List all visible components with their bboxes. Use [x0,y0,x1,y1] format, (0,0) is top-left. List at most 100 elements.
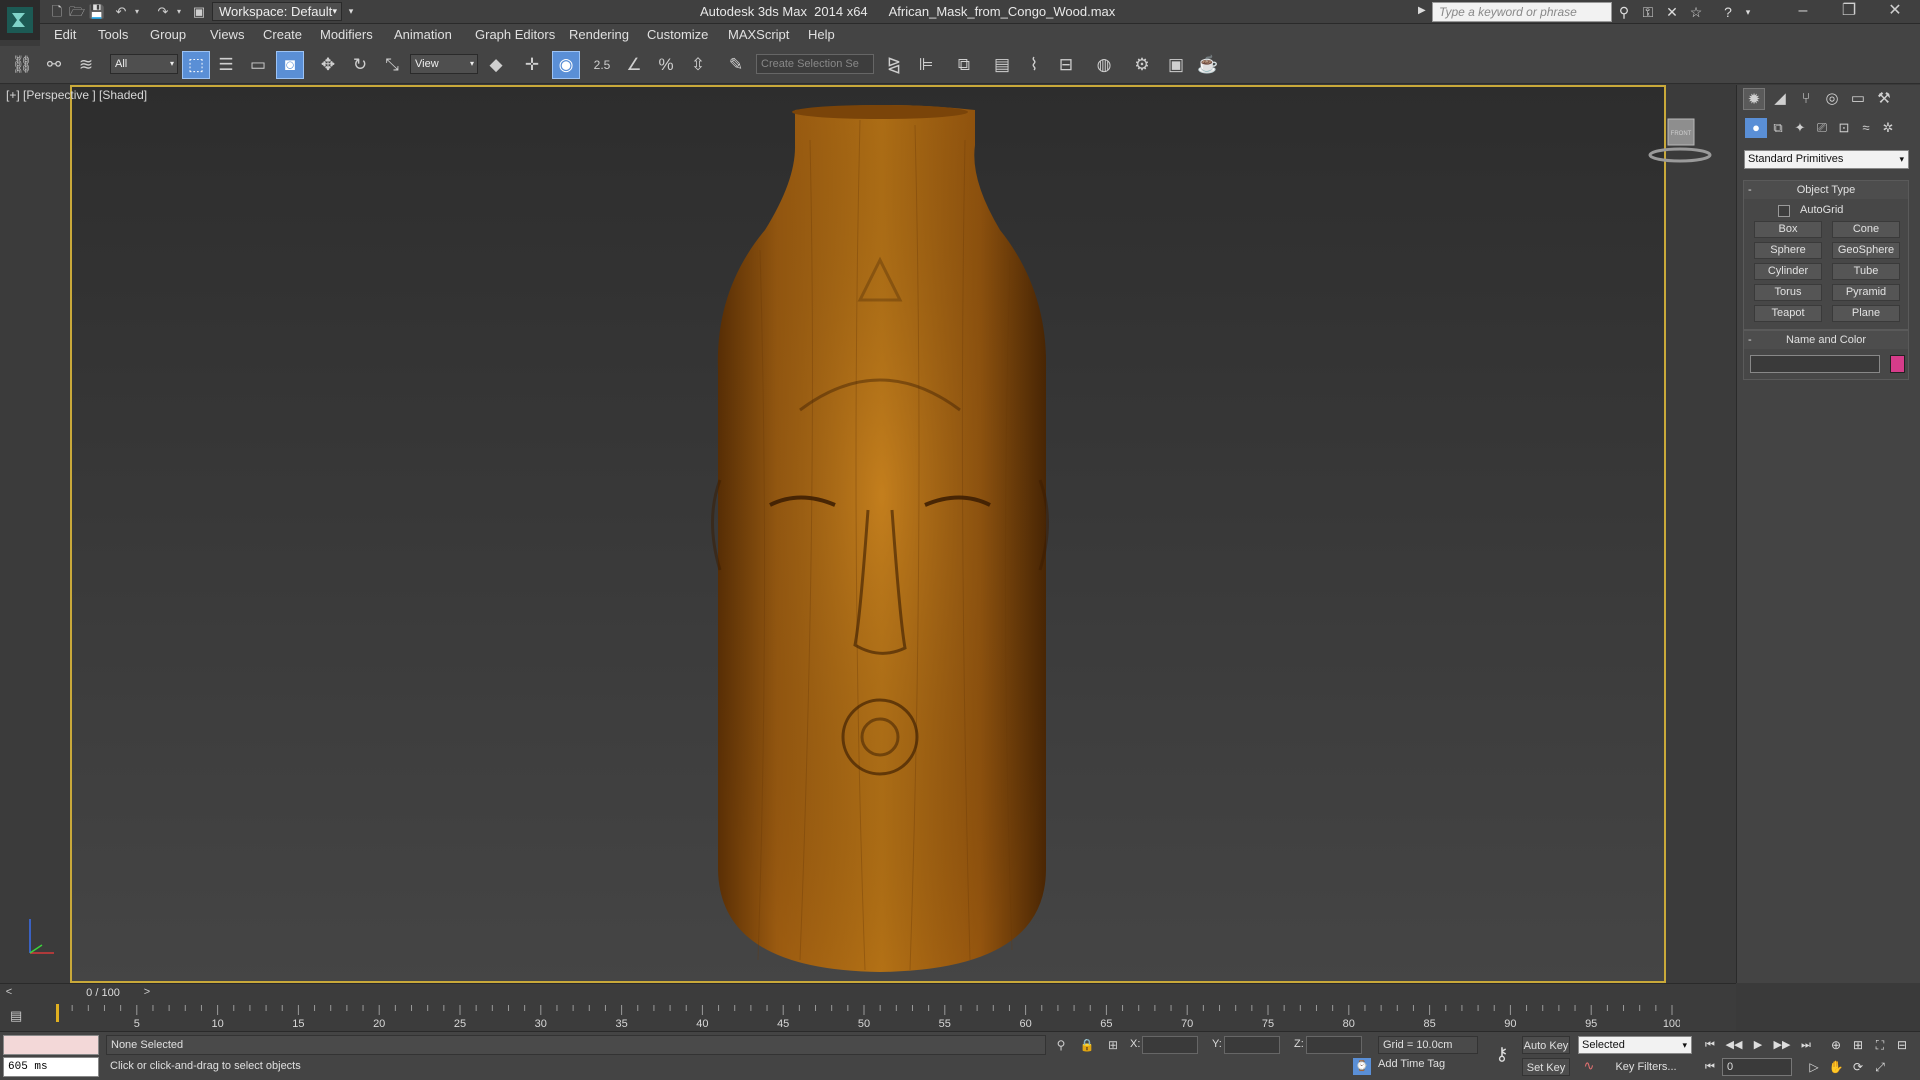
menu-graph-editors[interactable]: Graph Editors [475,27,555,42]
search-input[interactable]: Type a keyword or phrase [1432,2,1612,22]
close-button[interactable]: ✕ [1872,0,1918,24]
z-coordinate-field[interactable] [1306,1036,1362,1054]
zoom-all-icon[interactable]: ⊞ [1848,1036,1868,1054]
binoculars-icon[interactable]: ⚲ [1614,3,1634,21]
maxscript-output[interactable]: 605 ms [3,1057,99,1077]
go-to-start-icon[interactable]: ⏮ [1700,1036,1720,1054]
add-time-tag-button[interactable]: Add Time Tag [1378,1058,1445,1070]
auto-key-button[interactable]: Auto Key [1522,1036,1570,1054]
object-type-header[interactable]: - Object Type [1744,181,1908,199]
next-frame-icon[interactable]: ▶▶ [1772,1036,1792,1054]
lights-icon[interactable]: ✦ [1789,118,1811,138]
current-frame-marker[interactable] [56,1004,59,1022]
african-mask-model[interactable] [700,100,1060,978]
time-tag-icon[interactable]: ⌚ [1353,1058,1371,1075]
project-folder-icon[interactable]: ▣ [190,3,208,21]
default-tangent-icon[interactable]: ∿ [1580,1058,1598,1076]
time-slider[interactable]: < 0 / 100 > [0,983,1736,1003]
graphite-ribbon-icon[interactable]: ▤ [988,51,1016,79]
systems-icon[interactable]: ✲ [1877,118,1899,138]
orbit-icon[interactable]: ⟳ [1848,1058,1868,1076]
menu-views[interactable]: Views [210,27,244,42]
help-dropdown-icon[interactable]: ▾ [1738,3,1758,21]
pivot-center-icon[interactable]: ◆ [482,51,510,79]
geosphere-button[interactable]: GeoSphere [1832,242,1900,259]
perspective-viewport[interactable]: [+] [Perspective ] [Shaded] FRONT [0,85,1736,983]
cone-button[interactable]: Cone [1832,221,1900,238]
set-keys-key-icon[interactable]: ⚷ [1488,1044,1516,1064]
frame-ruler[interactable]: 5 10 15 20 25 30 35 40 45 50 55 60 65 70 75 80 85 90 95 100 [56,1003,1680,1031]
key-mode-toggle-icon[interactable]: ⏮ [1700,1058,1720,1076]
menu-maxscript[interactable]: MAXScript [728,27,789,42]
select-by-name-icon[interactable]: ☰ [212,51,240,79]
align-icon[interactable]: ⊫ [912,51,940,79]
current-frame-field[interactable]: 0 [1722,1058,1792,1076]
save-file-icon[interactable]: 💾 [88,3,106,21]
open-file-icon[interactable]: 🗁 [68,3,86,21]
previous-frame-icon[interactable]: ◀◀ [1724,1036,1744,1054]
rendered-frame-window-icon[interactable]: ▣ [1162,51,1190,79]
zoom-icon[interactable]: ⊕ [1826,1036,1846,1054]
box-button[interactable]: Box [1754,221,1822,238]
display-tab-icon[interactable]: ▭ [1847,88,1869,110]
object-name-input[interactable] [1750,355,1880,373]
keyboard-shortcut-override-icon[interactable]: ◉ [552,51,580,79]
viewcube-widget[interactable]: FRONT [1640,115,1720,165]
redo-dropdown-icon[interactable]: ▾ [170,3,188,21]
autogrid-checkbox[interactable] [1778,205,1790,217]
maxscript-listener-mini[interactable] [3,1035,99,1055]
time-slider-prev-button[interactable]: < [2,986,16,1002]
edit-named-selection-icon[interactable]: ✎ [722,51,750,79]
viewport-label-menu[interactable]: [+] [Perspective ] [Shaded] [6,88,147,102]
key-mode-dropdown[interactable]: Selected ▾ [1578,1036,1692,1054]
minimize-button[interactable]: – [1780,0,1826,24]
select-and-move-icon[interactable]: ✥ [314,51,342,79]
new-file-icon[interactable]: 🗋 [48,3,66,21]
named-selection-set-input[interactable]: Create Selection Se [756,54,874,74]
plane-button[interactable]: Plane [1832,305,1900,322]
favorites-star-icon[interactable]: ☆ [1686,3,1706,21]
go-to-end-icon[interactable]: ⏭ [1796,1036,1816,1054]
communication-center-icon[interactable]: ✕ [1662,3,1682,21]
workspace-dropdown[interactable]: Workspace: Default ▾ [212,2,342,21]
menu-rendering[interactable]: Rendering [569,27,629,42]
menu-animation[interactable]: Animation [394,27,452,42]
x-coordinate-field[interactable] [1142,1036,1198,1054]
space-warps-icon[interactable]: ≈ [1855,118,1877,138]
spinner-snap-icon[interactable]: ⇳ [684,51,712,79]
shapes-icon[interactable]: ⧉ [1767,118,1789,138]
menu-edit[interactable]: Edit [54,27,76,42]
layer-manager-icon[interactable]: ⧉ [950,51,978,79]
help-icon[interactable]: ? [1718,3,1738,21]
utilities-tab-icon[interactable]: ⚒ [1873,88,1895,110]
time-slider-next-button[interactable]: > [140,986,154,1002]
sphere-button[interactable]: Sphere [1754,242,1822,259]
zoom-extents-icon[interactable]: ⛶ [1870,1036,1890,1054]
menu-modifiers[interactable]: Modifiers [320,27,373,42]
cameras-icon[interactable]: ⎚ [1811,118,1833,138]
menu-tools[interactable]: Tools [98,27,128,42]
modify-tab-icon[interactable]: ◢ [1769,88,1791,110]
cylinder-button[interactable]: Cylinder [1754,263,1822,280]
snaps-toggle-icon[interactable]: 2.5 [588,51,616,79]
set-key-button[interactable]: Set Key [1522,1058,1570,1076]
name-and-color-header[interactable]: - Name and Color [1744,331,1908,349]
angle-snap-icon[interactable]: ∠ [620,51,648,79]
menu-group[interactable]: Group [150,27,186,42]
create-tab-icon[interactable]: ✹ [1743,88,1765,110]
select-and-link-icon[interactable]: ⛓ [8,51,36,79]
tube-button[interactable]: Tube [1832,263,1900,280]
schematic-view-icon[interactable]: ⊟ [1052,51,1080,79]
geometry-icon[interactable]: ● [1745,118,1767,138]
manipulate-icon[interactable]: ✛ [518,51,546,79]
percent-snap-icon[interactable]: % [652,51,680,79]
subscription-key-icon[interactable]: ⚿ [1638,3,1658,21]
isolate-selection-icon[interactable]: ⚲ [1052,1036,1070,1054]
menu-customize[interactable]: Customize [647,27,708,42]
time-slider-thumb[interactable]: 0 / 100 [56,987,150,999]
teapot-button[interactable]: Teapot [1754,305,1822,322]
y-coordinate-field[interactable] [1224,1036,1280,1054]
menu-help[interactable]: Help [808,27,835,42]
mirror-icon[interactable]: ⧎ [880,51,908,79]
render-setup-icon[interactable]: ⚙ [1128,51,1156,79]
